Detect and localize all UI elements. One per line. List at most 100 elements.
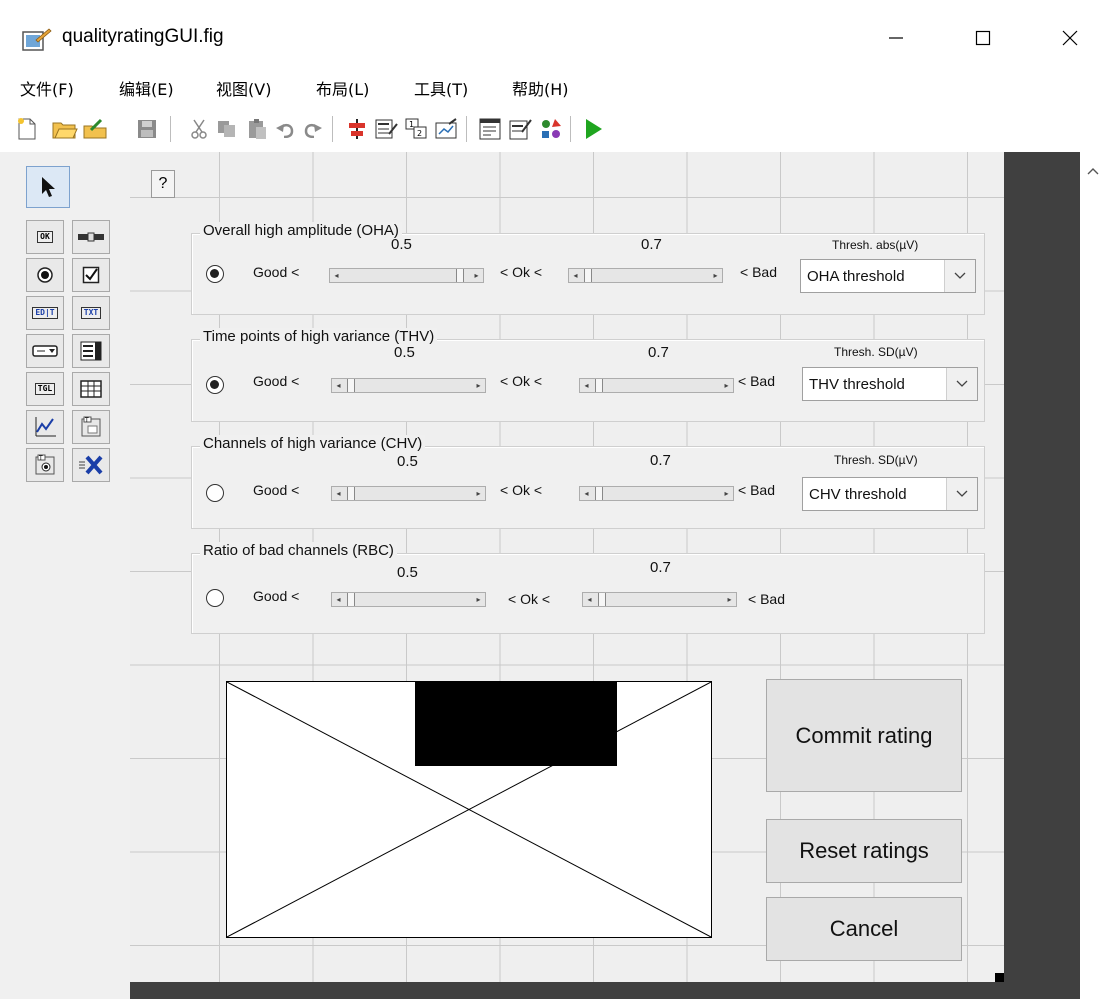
chevron-down-icon[interactable] (946, 478, 977, 510)
editor-icon[interactable] (478, 116, 504, 142)
low-slider[interactable]: ◂ ▸ (329, 268, 484, 283)
svg-text:1: 1 (409, 120, 414, 129)
paste-icon[interactable] (244, 116, 270, 142)
radio-thv[interactable] (206, 376, 224, 394)
panel-chv[interactable]: Channels of high variance (CHV) 0.5 0.7 … (191, 435, 985, 529)
bad-label: < Bad (748, 591, 785, 607)
slider-thumb[interactable] (595, 379, 603, 392)
open-folder-icon[interactable] (52, 116, 78, 142)
radio-rbc[interactable] (206, 589, 224, 607)
new-file-icon[interactable] (14, 116, 40, 142)
minimize-button[interactable] (866, 18, 926, 58)
redo-icon[interactable] (300, 116, 326, 142)
radio-button-tool[interactable] (26, 258, 64, 292)
panel-title: Ratio of bad channels (RBC) (200, 542, 397, 559)
reset-ratings-button[interactable]: Reset ratings (766, 819, 962, 883)
toggle-button-tool[interactable]: TGL (26, 372, 64, 406)
low-slider[interactable]: ◂ ▸ (331, 378, 486, 393)
slider-right-arrow-icon[interactable]: ▸ (470, 270, 483, 281)
resize-handle[interactable] (995, 973, 1004, 982)
radio-chv[interactable] (206, 484, 224, 502)
commit-rating-button[interactable]: Commit rating (766, 679, 962, 792)
slider-right-arrow-icon[interactable]: ▸ (709, 270, 722, 281)
maximize-button[interactable] (953, 18, 1013, 58)
select-tool[interactable] (26, 166, 70, 208)
slider-right-arrow-icon[interactable]: ▸ (720, 380, 733, 391)
slider-left-arrow-icon[interactable]: ◂ (569, 270, 582, 281)
listbox-icon (80, 341, 102, 361)
save-icon[interactable] (134, 116, 160, 142)
copy-icon[interactable] (214, 116, 240, 142)
slider-right-arrow-icon[interactable]: ▸ (720, 488, 733, 499)
slider-left-arrow-icon[interactable]: ◂ (580, 488, 593, 499)
cancel-button[interactable]: Cancel (766, 897, 962, 961)
panel-tool[interactable]: T (72, 410, 110, 444)
panel-oha[interactable]: Overall high amplitude (OHA) 0.5 0.7 Thr… (191, 222, 985, 315)
oha-threshold-select[interactable]: OHA threshold (800, 259, 976, 293)
low-slider[interactable]: ◂ ▸ (331, 592, 486, 607)
high-slider[interactable]: ◂ ▸ (568, 268, 723, 283)
property-inspector-icon[interactable] (508, 116, 534, 142)
thv-threshold-select[interactable]: THV threshold (802, 367, 978, 401)
high-slider[interactable]: ◂ ▸ (582, 592, 737, 607)
menu-file[interactable]: 文件(F) (20, 76, 74, 100)
chevron-down-icon[interactable] (944, 260, 975, 292)
slider-thumb[interactable] (584, 269, 592, 282)
axes-overlay-block (415, 682, 617, 766)
menu-help[interactable]: 帮助(H) (512, 76, 569, 100)
slider-left-arrow-icon[interactable]: ◂ (330, 270, 343, 281)
canvas-border-right (1004, 152, 1080, 999)
tab-order-icon[interactable]: 12 (404, 116, 430, 142)
button-group-tool[interactable]: T (26, 448, 64, 482)
slider-thumb[interactable] (595, 487, 603, 500)
slider-thumb[interactable] (456, 269, 464, 282)
slider-thumb[interactable] (347, 593, 355, 606)
slider-right-arrow-icon[interactable]: ▸ (723, 594, 736, 605)
edit-text-tool[interactable]: ED|T (26, 296, 64, 330)
slider-thumb[interactable] (598, 593, 606, 606)
popup-menu-tool[interactable] (26, 334, 64, 368)
export-icon[interactable] (82, 116, 108, 142)
close-button[interactable] (1040, 18, 1100, 58)
slider-thumb[interactable] (347, 487, 355, 500)
menu-edit[interactable]: 编辑(E) (119, 76, 174, 100)
low-slider[interactable]: ◂ ▸ (331, 486, 486, 501)
scroll-up-icon[interactable] (1086, 166, 1100, 176)
static-text-tool[interactable]: TXT (72, 296, 110, 330)
align-icon[interactable] (344, 116, 370, 142)
menu-tools[interactable]: 工具(T) (414, 76, 468, 100)
slider-left-arrow-icon[interactable]: ◂ (332, 380, 345, 391)
chv-threshold-select[interactable]: CHV threshold (802, 477, 978, 511)
slider-left-arrow-icon[interactable]: ◂ (580, 380, 593, 391)
high-slider[interactable]: ◂ ▸ (579, 378, 734, 393)
run-icon[interactable] (580, 116, 606, 142)
panel-thv[interactable]: Time points of high variance (THV) 0.5 0… (191, 328, 985, 422)
checkbox-tool[interactable] (72, 258, 110, 292)
chevron-down-icon[interactable] (946, 368, 977, 400)
slider-right-arrow-icon[interactable]: ▸ (472, 594, 485, 605)
menu-layout[interactable]: 布局(L) (316, 76, 369, 100)
slider-tool[interactable] (72, 220, 110, 254)
slider-left-arrow-icon[interactable]: ◂ (332, 488, 345, 499)
activex-tool[interactable] (72, 448, 110, 482)
slider-thumb[interactable] (347, 379, 355, 392)
vertical-scrollbar[interactable] (1080, 152, 1105, 999)
slider-right-arrow-icon[interactable]: ▸ (472, 488, 485, 499)
high-slider[interactable]: ◂ ▸ (579, 486, 734, 501)
help-button[interactable]: ? (151, 170, 175, 198)
object-browser-icon[interactable] (538, 116, 564, 142)
panel-rbc[interactable]: Ratio of bad channels (RBC) 0.5 0.7 Good… (191, 542, 985, 634)
axes-tool[interactable] (26, 410, 64, 444)
menu-view[interactable]: 视图(V) (216, 76, 271, 100)
cut-icon[interactable] (186, 116, 212, 142)
toolbar-editor-icon[interactable] (434, 116, 460, 142)
menu-editor-icon[interactable] (374, 116, 400, 142)
undo-icon[interactable] (272, 116, 298, 142)
slider-left-arrow-icon[interactable]: ◂ (332, 594, 345, 605)
push-button-tool[interactable]: OK (26, 220, 64, 254)
table-tool[interactable] (72, 372, 110, 406)
slider-right-arrow-icon[interactable]: ▸ (472, 380, 485, 391)
listbox-tool[interactable] (72, 334, 110, 368)
slider-left-arrow-icon[interactable]: ◂ (583, 594, 596, 605)
radio-oha[interactable] (206, 265, 224, 283)
